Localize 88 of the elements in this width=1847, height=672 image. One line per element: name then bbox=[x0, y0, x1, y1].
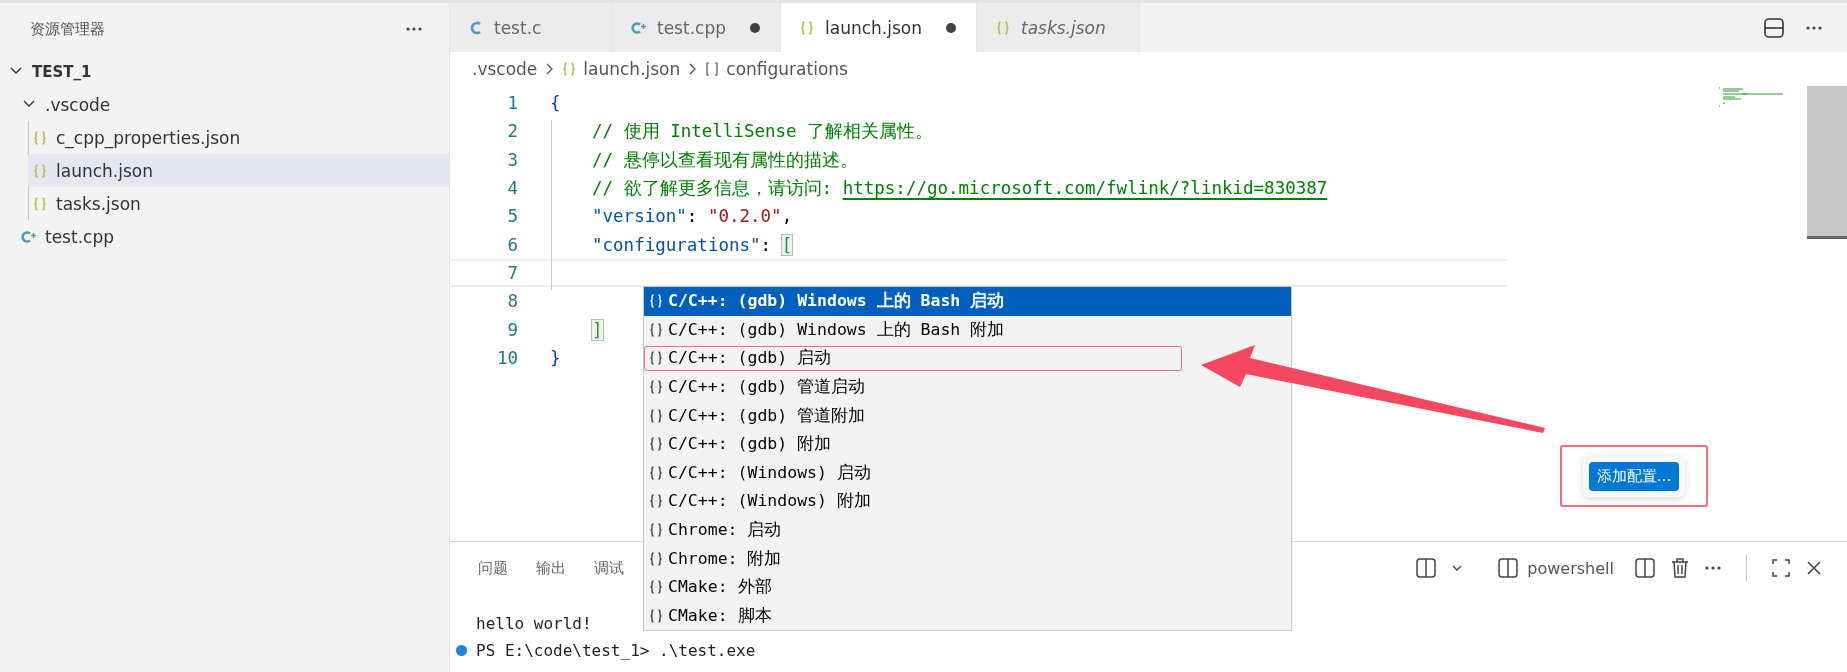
code-token: // 欲了解更多信息，请访问: bbox=[592, 178, 834, 199]
tree-item[interactable]: test.cpp bbox=[0, 220, 449, 253]
maximize-icon[interactable] bbox=[1771, 558, 1791, 578]
suggestion-item[interactable]: C/C++: (Windows) 启动 bbox=[644, 458, 1291, 488]
suggestion-item[interactable]: C/C++: (gdb) 管道启动 bbox=[644, 372, 1291, 402]
line-number: 1 bbox=[506, 93, 518, 114]
sidebar-title: 资源管理器 bbox=[30, 19, 105, 39]
tree-item[interactable]: launch.json bbox=[28, 154, 449, 187]
terminal-panel-icon bbox=[1497, 557, 1520, 579]
breadcrumb-item[interactable]: launch.json bbox=[583, 59, 681, 79]
braces-icon bbox=[648, 464, 664, 481]
suggestion-item[interactable]: C/C++: (gdb) Windows 上的 Bash 附加 bbox=[644, 315, 1291, 345]
suggestion-item[interactable]: C/C++: (gdb) 启动 bbox=[644, 344, 1291, 373]
c-plus-icon bbox=[21, 228, 37, 245]
braces-icon bbox=[32, 162, 48, 179]
braces-icon bbox=[648, 350, 664, 367]
tree-item[interactable]: .vscode bbox=[0, 88, 449, 121]
suggestion-item[interactable]: C/C++: (gdb) 管道附加 bbox=[644, 401, 1291, 430]
tree-item[interactable]: tasks.json bbox=[28, 187, 449, 220]
code-token: , bbox=[781, 206, 793, 227]
suggestion-item[interactable]: C/C++: (gdb) 附加 bbox=[644, 429, 1291, 459]
scrollbar[interactable] bbox=[1807, 86, 1847, 239]
breadcrumb-item[interactable]: configurations bbox=[726, 59, 848, 79]
code-token: "version" bbox=[592, 206, 687, 227]
line-number: 6 bbox=[506, 234, 518, 255]
suggestion-item[interactable]: CMake: 外部 bbox=[644, 572, 1291, 602]
braces-icon bbox=[648, 522, 664, 539]
code-token: "0.2.0" bbox=[707, 206, 782, 227]
suggestion-item[interactable]: C/C++: (Windows) 附加 bbox=[644, 487, 1291, 516]
editor-tab[interactable]: launch.json bbox=[781, 3, 977, 52]
braces-icon bbox=[32, 129, 48, 146]
more-icon[interactable] bbox=[1704, 565, 1722, 571]
line-number: 4 bbox=[506, 178, 518, 199]
braces-icon bbox=[648, 321, 664, 338]
code-token: // 悬停以查看现有属性的描述。 bbox=[592, 149, 858, 170]
braces-icon bbox=[561, 61, 578, 77]
suggestion-item[interactable]: Chrome: 启动 bbox=[644, 515, 1291, 545]
code-token: { bbox=[550, 93, 561, 114]
braces-icon bbox=[648, 293, 664, 310]
braces-icon bbox=[648, 579, 664, 596]
code-token: : bbox=[760, 234, 773, 255]
brackets-icon bbox=[704, 61, 721, 77]
line-number: 9 bbox=[506, 319, 518, 340]
code-token: "configurations" bbox=[592, 234, 761, 255]
braces-icon bbox=[648, 379, 664, 396]
braces-icon bbox=[648, 493, 664, 510]
terminal-line: hello world! bbox=[476, 614, 592, 633]
braces-icon bbox=[799, 19, 815, 36]
more-icon[interactable] bbox=[405, 26, 423, 32]
braces-icon bbox=[648, 407, 664, 424]
more-icon[interactable] bbox=[1805, 24, 1823, 31]
braces-icon bbox=[648, 607, 664, 624]
trash-icon[interactable] bbox=[1670, 557, 1690, 579]
editor-tab[interactable]: tasks.json bbox=[976, 3, 1140, 52]
line-number: 7 bbox=[506, 262, 518, 283]
matched-bracket: [ bbox=[781, 234, 793, 255]
suggestion-item[interactable]: C/C++: (gdb) Windows 上的 Bash 启动 bbox=[644, 287, 1291, 316]
code-link[interactable]: https://go.microsoft.com/fwlink/?linkid=830387 bbox=[842, 178, 1328, 199]
c-plus-icon bbox=[631, 19, 647, 36]
code-token: // 使用 IntelliSense 了解相关属性。 bbox=[592, 121, 934, 142]
braces-icon bbox=[648, 436, 664, 453]
suggestion-item[interactable]: Chrome: 附加 bbox=[644, 544, 1291, 573]
terminal-profile-label[interactable]: powershell bbox=[1527, 558, 1614, 578]
code-token: : bbox=[686, 206, 699, 227]
split-icon[interactable] bbox=[1415, 557, 1438, 579]
line-number: 2 bbox=[506, 121, 518, 142]
tree-item[interactable]: c_cpp_properties.json bbox=[28, 121, 449, 154]
line-number: 10 bbox=[495, 347, 518, 368]
line-number: 5 bbox=[506, 206, 518, 227]
editor-tab[interactable]: test.cpp bbox=[613, 3, 781, 52]
code-token: } bbox=[550, 347, 561, 368]
braces-icon bbox=[32, 195, 48, 212]
breadcrumb-item[interactable]: .vscode bbox=[472, 59, 538, 79]
panel-tab[interactable]: 问题 bbox=[478, 558, 508, 578]
suggestion-item[interactable]: CMake: 脚本 bbox=[644, 601, 1291, 631]
close-icon[interactable] bbox=[1805, 559, 1823, 577]
split-icon[interactable] bbox=[1634, 557, 1656, 579]
tree-item[interactable]: TEST_1 bbox=[0, 55, 449, 88]
terminal-line: PS E:\code\test_1> .\test.exe bbox=[476, 641, 756, 660]
line-number: 8 bbox=[506, 291, 518, 312]
editor-tab[interactable]: test.c bbox=[450, 3, 613, 52]
matched-bracket: ] bbox=[592, 319, 603, 340]
panel-tab[interactable]: 调试 bbox=[594, 558, 624, 578]
split-layout-icon[interactable] bbox=[1763, 16, 1785, 39]
add-configuration-button[interactable]: 添加配置... bbox=[1588, 461, 1680, 491]
braces-icon bbox=[648, 550, 664, 567]
line-number: 3 bbox=[506, 149, 518, 170]
panel-tab[interactable]: 输出 bbox=[536, 558, 566, 578]
